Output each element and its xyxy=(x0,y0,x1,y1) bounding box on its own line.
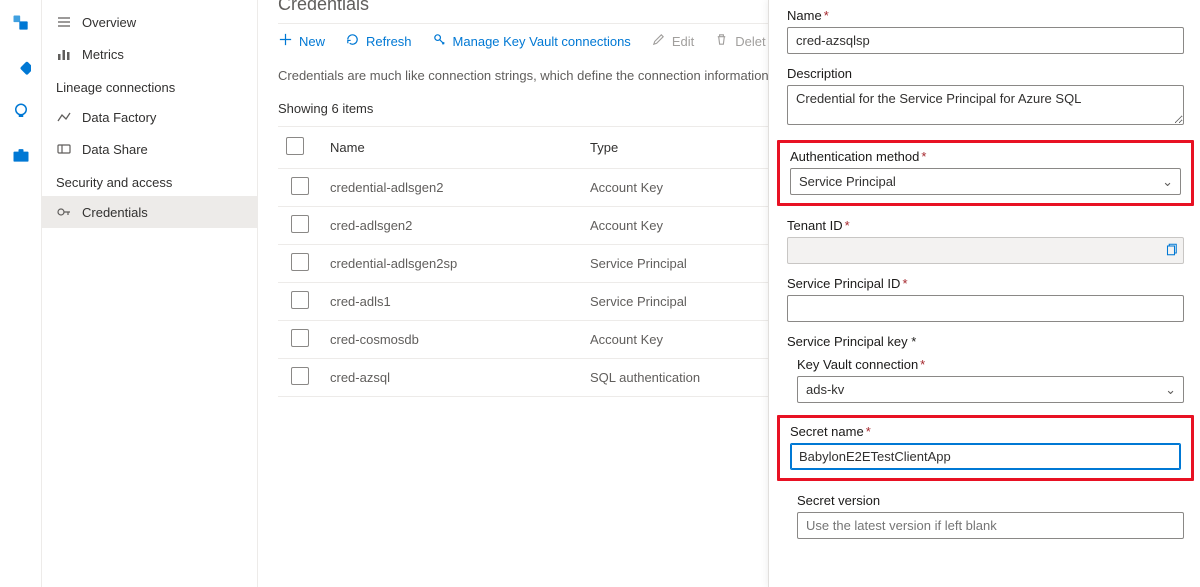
plus-icon xyxy=(278,32,293,50)
rail-bulb-icon[interactable] xyxy=(10,100,32,122)
nav-label: Overview xyxy=(82,15,136,30)
nav-data-share[interactable]: Data Share xyxy=(42,133,257,165)
share-icon xyxy=(56,141,72,157)
row-checkbox[interactable] xyxy=(291,291,309,309)
secret-name-label: Secret name* xyxy=(790,424,1181,439)
rail-diamond-icon[interactable] xyxy=(10,56,32,78)
refresh-icon xyxy=(345,32,360,50)
description-label: Description xyxy=(787,66,1184,81)
row-name: cred-azsql xyxy=(322,359,582,397)
btn-label: New xyxy=(299,34,325,49)
credentials-icon xyxy=(56,204,72,220)
secret-version-input[interactable] xyxy=(797,512,1184,539)
secret-name-highlight: Secret name* xyxy=(777,415,1194,481)
icon-rail xyxy=(0,0,42,587)
row-name: credential-adlsgen2 xyxy=(322,169,582,207)
row-name: cred-adls1 xyxy=(322,283,582,321)
nav-label: Data Factory xyxy=(82,110,156,125)
manage-kv-button[interactable]: Manage Key Vault connections xyxy=(432,32,631,50)
nav-data-factory[interactable]: Data Factory xyxy=(42,101,257,133)
select-all-checkbox[interactable] xyxy=(286,137,304,155)
row-checkbox[interactable] xyxy=(291,329,309,347)
btn-label: Manage Key Vault connections xyxy=(453,34,631,49)
metrics-icon xyxy=(56,46,72,62)
delete-button: Delet xyxy=(714,32,765,50)
section-security: Security and access xyxy=(42,165,257,196)
btn-label: Edit xyxy=(672,34,694,49)
kv-connection-label: Key Vault connection* xyxy=(797,357,1184,372)
refresh-button[interactable]: Refresh xyxy=(345,32,412,50)
overview-icon xyxy=(56,14,72,30)
auth-method-highlight: Authentication method* ⌄ xyxy=(777,140,1194,206)
new-button[interactable]: New xyxy=(278,32,325,50)
sp-id-label: Service Principal ID* xyxy=(787,276,1184,291)
auth-method-label: Authentication method* xyxy=(790,149,1181,164)
btn-label: Refresh xyxy=(366,34,412,49)
row-name: cred-cosmosdb xyxy=(322,321,582,359)
nav-overview[interactable]: Overview xyxy=(42,6,257,38)
row-name: credential-adlsgen2sp xyxy=(322,245,582,283)
row-checkbox[interactable] xyxy=(291,253,309,271)
main: Credentials New Refresh Manage Key Vault… xyxy=(258,0,1200,587)
nav-label: Data Share xyxy=(82,142,148,157)
nav-credentials[interactable]: Credentials xyxy=(42,196,257,228)
trash-icon xyxy=(714,32,729,50)
sp-id-input[interactable] xyxy=(787,295,1184,322)
sidebar: Overview Metrics Lineage connections Dat… xyxy=(42,0,258,587)
tenant-id-label: Tenant ID* xyxy=(787,218,1184,233)
rail-briefcase-icon[interactable] xyxy=(10,144,32,166)
auth-method-select[interactable] xyxy=(790,168,1181,195)
name-input[interactable] xyxy=(787,27,1184,54)
row-checkbox[interactable] xyxy=(291,367,309,385)
secret-name-input[interactable] xyxy=(790,443,1181,470)
nav-metrics[interactable]: Metrics xyxy=(42,38,257,70)
row-checkbox[interactable] xyxy=(291,177,309,195)
name-label: Name* xyxy=(787,8,1184,23)
tenant-id-input xyxy=(787,237,1184,264)
kv-connection-select[interactable] xyxy=(797,376,1184,403)
nav-label: Credentials xyxy=(82,205,148,220)
rail-source-icon[interactable] xyxy=(10,12,32,34)
key-icon xyxy=(432,32,447,50)
row-checkbox[interactable] xyxy=(291,215,309,233)
credential-edit-panel: Name* Description Credential for the Ser… xyxy=(768,0,1200,587)
copy-icon[interactable] xyxy=(1164,242,1178,259)
sp-key-label: Service Principal key * xyxy=(787,334,1184,349)
nav-label: Metrics xyxy=(82,47,124,62)
factory-icon xyxy=(56,109,72,125)
section-lineage: Lineage connections xyxy=(42,70,257,101)
row-name: cred-adlsgen2 xyxy=(322,207,582,245)
description-input[interactable]: Credential for the Service Principal for… xyxy=(787,85,1184,125)
pencil-icon xyxy=(651,32,666,50)
col-name[interactable]: Name xyxy=(322,127,582,169)
edit-button: Edit xyxy=(651,32,694,50)
secret-version-label: Secret version xyxy=(797,493,1184,508)
btn-label: Delet xyxy=(735,34,765,49)
